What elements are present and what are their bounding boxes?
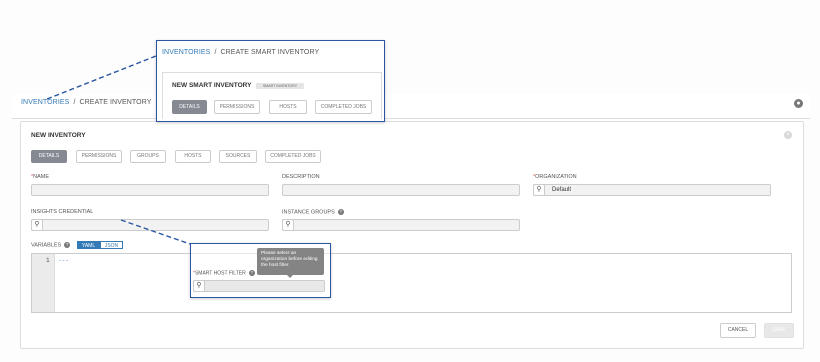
connector-bottom [120, 219, 191, 245]
zoom-breadcrumb-current: CREATE SMART INVENTORY [220, 49, 320, 56]
help-icon[interactable]: ? [248, 270, 255, 276]
zoom-callout-bottom: *SMART HOST FILTER? ⚲ Please select an o… [190, 243, 331, 298]
zoom-breadcrumb-inventories-link[interactable]: INVENTORIES [162, 49, 210, 56]
smart-inventory-badge: SMART INVENTORY [256, 83, 304, 89]
search-icon[interactable]: ⚲ [193, 280, 205, 292]
tooltip-arrow [287, 275, 293, 278]
zoom-tab-permissions[interactable]: PERMISSIONS [214, 100, 260, 114]
callout-connectors [46, 55, 191, 245]
host-filter-tooltip: Please select an organization before edi… [257, 248, 324, 275]
zoom-callout-top: INVENTORIES / CREATE SMART INVENTORY NEW S… [156, 40, 385, 122]
zoom-breadcrumb-separator: / [214, 49, 217, 56]
zoom-breadcrumb: INVENTORIES / CREATE SMART INVENTORY [162, 49, 319, 56]
connector-top [46, 55, 157, 100]
smart-host-filter-label: *SMART HOST FILTER? [193, 270, 255, 277]
zoom-tab-hosts[interactable]: HOSTS [269, 100, 307, 114]
zoom-panel-title: NEW SMART INVENTORY [172, 82, 252, 89]
zoom-tab-details[interactable]: DETAILS [172, 100, 207, 114]
smart-host-filter-field[interactable]: ⚲ [193, 280, 325, 292]
zoom-tab-completed-jobs[interactable]: COMPLETED JOBS [315, 100, 372, 114]
